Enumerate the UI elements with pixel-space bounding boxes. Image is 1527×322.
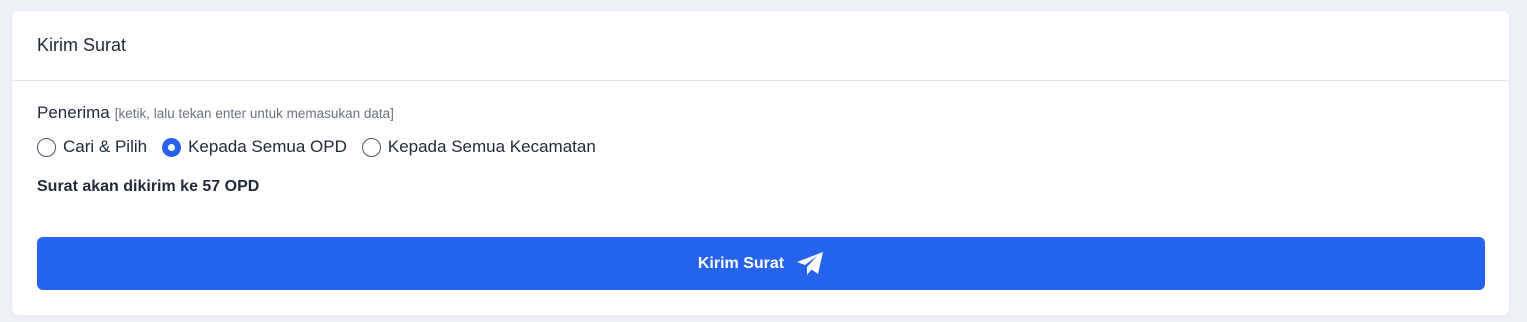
- recipient-summary: Surat akan dikirim ke 57 OPD: [37, 178, 260, 195]
- radio-cari-pilih[interactable]: Cari & Pilih: [37, 137, 147, 157]
- send-letter-button[interactable]: Kirim Surat: [37, 237, 1485, 290]
- card-header: Kirim Surat: [12, 11, 1509, 81]
- radio-semua-opd-circle[interactable]: [162, 137, 182, 157]
- send-letter-card: Kirim Surat Penerima [ketik, lalu tekan …: [12, 11, 1509, 315]
- radio-semua-kecamatan-label[interactable]: Kepada Semua Kecamatan: [388, 137, 596, 157]
- radio-semua-opd-label[interactable]: Kepada Semua OPD: [188, 137, 347, 157]
- radio-semua-kecamatan-circle[interactable]: [361, 137, 381, 157]
- paper-plane-icon: [797, 251, 824, 275]
- radio-cari-pilih-label[interactable]: Cari & Pilih: [63, 137, 147, 157]
- recipient-radio-group: Cari & Pilih Kepada Semua OPD Kepada Sem…: [37, 136, 1484, 158]
- recipient-label: Penerima: [37, 103, 110, 122]
- radio-cari-pilih-circle[interactable]: [37, 137, 56, 157]
- card-body: Penerima [ketik, lalu tekan enter untuk …: [12, 81, 1509, 198]
- send-letter-button-label: Kirim Surat: [697, 254, 785, 272]
- recipient-hint: [ketik, lalu tekan enter untuk memasukan…: [114, 106, 394, 121]
- radio-semua-kecamatan[interactable]: Kepada Semua Kecamatan: [361, 137, 596, 157]
- recipient-label-row: Penerima [ketik, lalu tekan enter untuk …: [37, 103, 1484, 127]
- radio-semua-opd[interactable]: Kepada Semua OPD: [162, 137, 347, 157]
- card-title: Kirim Surat: [37, 35, 127, 55]
